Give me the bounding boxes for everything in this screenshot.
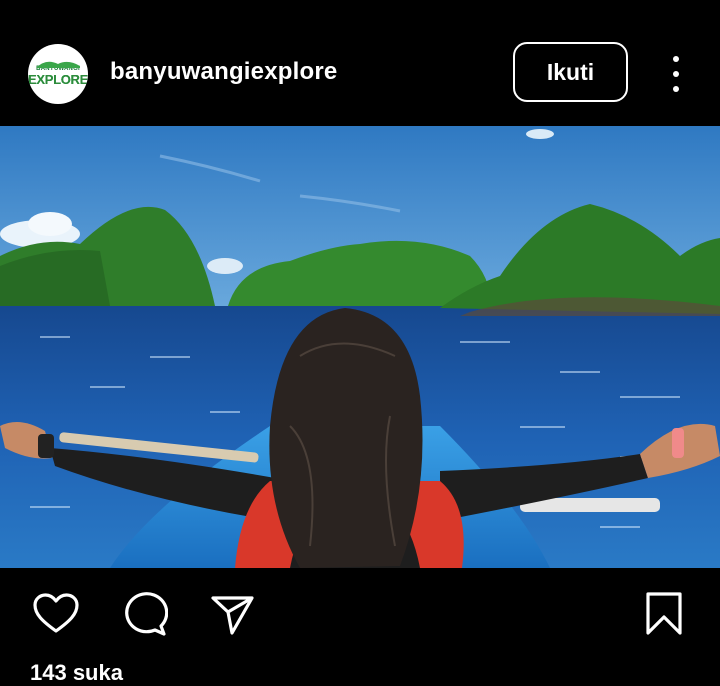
photo-illustration [0, 126, 720, 568]
dot [673, 56, 679, 62]
send-icon[interactable] [208, 590, 256, 638]
comment-icon[interactable] [120, 590, 168, 638]
more-options-icon[interactable] [664, 56, 688, 92]
avatar[interactable]: BANYUWANGI EXPLORE [28, 44, 88, 104]
dot [673, 86, 679, 92]
heart-icon[interactable] [32, 590, 80, 638]
likes-count[interactable]: 143 suka [30, 660, 123, 686]
follow-button[interactable]: Ikuti [513, 42, 628, 102]
bookmark-icon[interactable] [640, 590, 688, 638]
logo-text-main: EXPLORE [28, 72, 88, 87]
username-link[interactable]: banyuwangiexplore [110, 58, 337, 86]
post-header: BANYUWANGI EXPLORE banyuwangiexplore Iku… [0, 0, 720, 126]
logo-hill-graphic [36, 61, 80, 68]
post-actions-bar [0, 568, 720, 670]
post-photo[interactable] [0, 126, 720, 568]
dot [673, 71, 679, 77]
